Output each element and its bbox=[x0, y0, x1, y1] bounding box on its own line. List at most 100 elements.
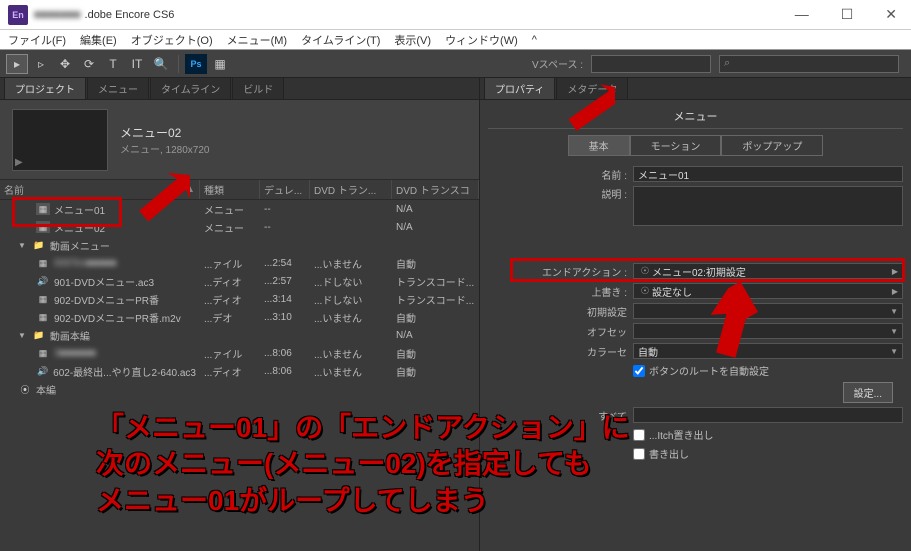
folder-icon: 📁 bbox=[32, 329, 46, 341]
endaction-label: エンドアクション : bbox=[488, 264, 633, 279]
folder-icon: 📁 bbox=[32, 239, 46, 251]
properties-panel: プロパティ メタデータ メニュー 基本 モーション ポップアップ 名前 : 説明… bbox=[480, 78, 911, 551]
tool-zoom[interactable]: 🔍 bbox=[150, 54, 172, 74]
col-name[interactable]: 名前▲ bbox=[0, 180, 200, 199]
list-item[interactable]: 🔊901-DVDメニュー.ac3...ディオ...2:57...ドしないトランス… bbox=[0, 272, 479, 290]
export-checkbox2[interactable] bbox=[633, 448, 645, 460]
tool-direct[interactable]: ▹ bbox=[30, 54, 52, 74]
endaction-dropdown[interactable]: ☉メニュー02:初期設定▶ bbox=[633, 263, 903, 279]
menu-window[interactable]: ウィンドウ(W) bbox=[445, 32, 518, 48]
disc-icon: ⦿ bbox=[18, 383, 32, 395]
list-item[interactable]: ▦006Tes■■■■■...ァイル...2:54...いません自動 bbox=[0, 254, 479, 272]
menu-help[interactable]: ^ bbox=[532, 34, 537, 46]
export-label2: 書き出し bbox=[649, 446, 689, 461]
tool-text[interactable]: T bbox=[102, 54, 124, 74]
ptab-motion[interactable]: モーション bbox=[630, 135, 722, 156]
name-field[interactable] bbox=[633, 166, 903, 182]
menu-timeline[interactable]: タイムライン(T) bbox=[301, 32, 380, 48]
list-item[interactable]: ▼📁動画本編N/A bbox=[0, 326, 479, 344]
tab-properties[interactable]: プロパティ bbox=[484, 77, 555, 99]
defset-label: 初期設定 bbox=[488, 304, 633, 319]
play-icon: ▶ bbox=[15, 157, 23, 168]
video-icon: ▦ bbox=[36, 347, 50, 359]
menu-view[interactable]: 表示(V) bbox=[394, 32, 431, 48]
col-type[interactable]: 種類 bbox=[200, 180, 260, 199]
tool-vtext[interactable]: IT bbox=[126, 54, 148, 74]
workspace-dropdown[interactable] bbox=[591, 55, 711, 73]
search-icon: ⌕ bbox=[724, 57, 730, 70]
toolbar: ▸ ▹ ✥ ⟳ T IT 🔍 Ps ▦ Vスペース : ⌕ bbox=[0, 50, 911, 78]
app-name: .dobe Encore CS6 bbox=[85, 9, 175, 21]
app-icon: En bbox=[8, 5, 28, 25]
tab-project[interactable]: プロジェクト bbox=[4, 77, 86, 99]
list-item[interactable]: ▼📁動画メニュー bbox=[0, 236, 479, 254]
export-label1: ...Itch置き出し bbox=[649, 427, 713, 442]
list-item[interactable]: ▦メニュー01メニュー--N/A bbox=[0, 200, 479, 218]
tab-timelines[interactable]: タイムライン bbox=[150, 77, 231, 99]
desc-field[interactable] bbox=[633, 186, 903, 226]
ptab-popup[interactable]: ポップアップ bbox=[721, 135, 823, 156]
tool-move[interactable]: ✥ bbox=[54, 54, 76, 74]
list-item[interactable]: ▦3■■■■■■...ァイル...8:06...いません自動 bbox=[0, 344, 479, 362]
audio-icon: 🔊 bbox=[36, 365, 49, 377]
menu-file[interactable]: ファイル(F) bbox=[8, 32, 66, 48]
list-item[interactable]: ▦902-DVDメニューPR番.m2v...デオ...3:10...いません自動 bbox=[0, 308, 479, 326]
minimize-button[interactable]: — bbox=[789, 6, 815, 23]
colorset-dropdown[interactable]: 自動▼ bbox=[633, 343, 903, 359]
list-item[interactable]: ▦902-DVDメニューPR番...ディオ...3:14...ドしないトランスコ… bbox=[0, 290, 479, 308]
menu-object[interactable]: オブジェクト(O) bbox=[131, 32, 213, 48]
search-field[interactable]: ⌕ bbox=[719, 55, 899, 73]
tool-photoshop[interactable]: Ps bbox=[185, 54, 207, 74]
audio-icon: 🔊 bbox=[36, 275, 50, 287]
menu-icon: ▦ bbox=[36, 203, 50, 215]
tool-preview[interactable]: ▦ bbox=[209, 54, 231, 74]
desc-label: 説明 : bbox=[488, 186, 633, 201]
tab-menus[interactable]: メニュー bbox=[87, 77, 149, 99]
tab-metadata[interactable]: メタデータ bbox=[556, 77, 628, 99]
preview-area: ▶ メニュー02 メニュー, 1280x720 bbox=[0, 100, 479, 180]
maximize-button[interactable]: ☐ bbox=[835, 6, 860, 23]
export-checkbox1[interactable] bbox=[633, 429, 645, 441]
video-icon: ▦ bbox=[36, 257, 50, 269]
list-item[interactable]: 🔊602-最終出...やり直し2-640.ac3...ディオ...8:06...… bbox=[0, 362, 479, 380]
preview-thumbnail[interactable]: ▶ bbox=[12, 109, 108, 171]
list-item[interactable]: ▦メニュー02メニュー--N/A bbox=[0, 218, 479, 236]
autoroute-checkbox[interactable] bbox=[633, 365, 645, 377]
menu-menu[interactable]: メニュー(M) bbox=[227, 32, 288, 48]
menu-icon: ▦ bbox=[36, 221, 50, 233]
menu-edit[interactable]: 編集(E) bbox=[80, 32, 117, 48]
document-name: ■■■■■■■ bbox=[34, 9, 81, 21]
offset-dropdown[interactable]: ▼ bbox=[633, 323, 903, 339]
col-transcode2[interactable]: DVD トランスコ bbox=[392, 180, 479, 199]
project-list: ▦メニュー01メニュー--N/A▦メニュー02メニュー--N/A▼📁動画メニュー… bbox=[0, 200, 479, 551]
defset-dropdown[interactable]: ▼ bbox=[633, 303, 903, 319]
extra-dropdown1[interactable] bbox=[633, 407, 903, 423]
override-label: 上書き : bbox=[488, 284, 633, 299]
list-header: 名前▲ 種類 デュレ... DVD トラン... DVD トランスコ bbox=[0, 180, 479, 200]
close-button[interactable]: ✕ bbox=[879, 6, 903, 23]
preview-subtitle: メニュー, 1280x720 bbox=[120, 141, 210, 156]
name-label: 名前 : bbox=[488, 167, 633, 182]
override-dropdown[interactable]: ☉設定なし▶ bbox=[633, 283, 903, 299]
workspace-label: Vスペース : bbox=[532, 56, 583, 71]
list-item[interactable]: ⦿本編 bbox=[0, 380, 479, 398]
menubar: ファイル(F) 編集(E) オブジェクト(O) メニュー(M) タイムライン(T… bbox=[0, 30, 911, 50]
tool-rotate[interactable]: ⟳ bbox=[78, 54, 100, 74]
link-icon: ☉ bbox=[638, 286, 652, 297]
set-button[interactable]: 設定... bbox=[843, 382, 893, 403]
tab-build[interactable]: ビルド bbox=[232, 77, 284, 99]
offset-label: オフセッ bbox=[488, 324, 633, 339]
col-duration[interactable]: デュレ... bbox=[260, 180, 310, 199]
preview-title: メニュー02 bbox=[120, 124, 210, 141]
ptab-basic[interactable]: 基本 bbox=[568, 135, 630, 156]
autoroute-label: ボタンのルートを自動設定 bbox=[649, 363, 769, 378]
col-transcode1[interactable]: DVD トラン... bbox=[310, 180, 392, 199]
project-panel: プロジェクト メニュー タイムライン ビルド ▶ メニュー02 メニュー, 12… bbox=[0, 78, 480, 551]
video-icon: ▦ bbox=[36, 311, 50, 323]
extra-label1: すべて bbox=[488, 408, 633, 423]
tool-selection[interactable]: ▸ bbox=[6, 54, 28, 74]
prop-header: メニュー bbox=[488, 104, 903, 129]
link-icon: ☉ bbox=[638, 266, 652, 277]
colorset-label: カラーセ bbox=[488, 344, 633, 359]
video-icon: ▦ bbox=[36, 293, 50, 305]
